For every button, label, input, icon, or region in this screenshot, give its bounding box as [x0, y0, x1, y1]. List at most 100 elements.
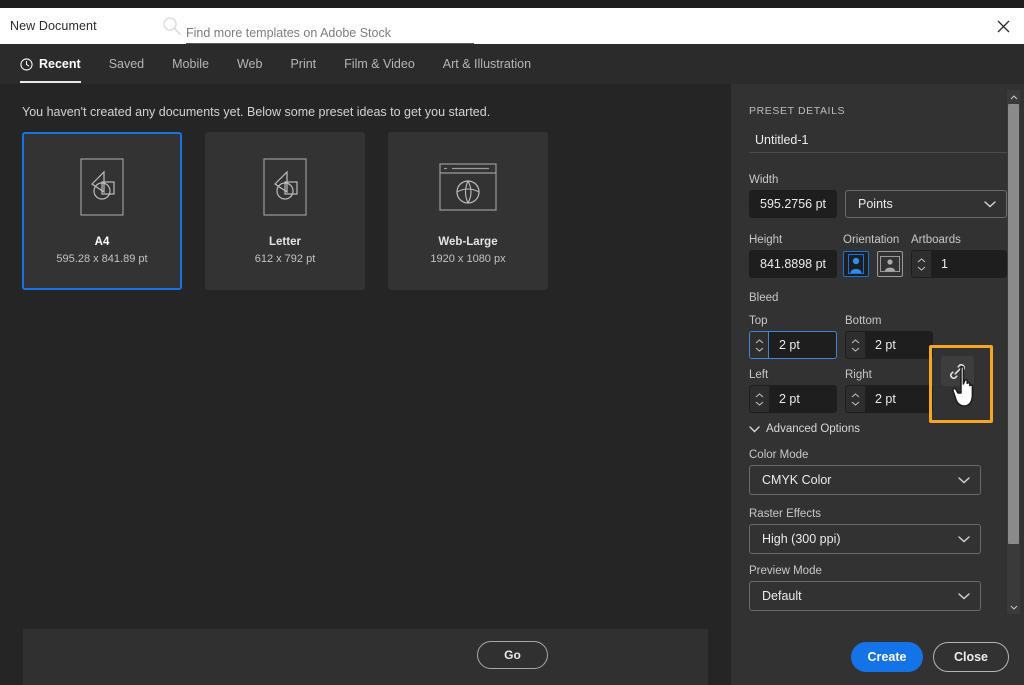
- bleed-bottom-stepper[interactable]: 2 pt: [845, 331, 933, 359]
- orientation-landscape-icon: [880, 256, 900, 272]
- preset-card-letter[interactable]: Letter 612 x 792 pt: [205, 132, 365, 290]
- close-window-button[interactable]: [982, 8, 1024, 44]
- bleed-left-value: 2 pt: [779, 392, 800, 406]
- chevron-down-icon: [984, 201, 996, 208]
- chevron-up-icon: [1010, 94, 1017, 99]
- chevron-down-icon: [749, 426, 760, 433]
- bleed-bottom-input[interactable]: 2 pt: [865, 332, 932, 358]
- advanced-options-toggle[interactable]: Advanced Options: [749, 423, 860, 435]
- artboards-label: Artboards: [911, 234, 961, 246]
- tab-saved[interactable]: Saved: [95, 44, 158, 84]
- stock-search-go-button[interactable]: Go: [477, 641, 548, 669]
- bleed-top-input[interactable]: 2 pt: [769, 332, 836, 358]
- artboards-value: 1: [941, 257, 948, 271]
- bleed-right-input[interactable]: 2 pt: [865, 386, 932, 412]
- chevron-down-icon: [755, 347, 763, 352]
- clock-icon: [20, 57, 33, 71]
- chevron-up-icon: [851, 338, 859, 343]
- bleed-left-stepper[interactable]: 2 pt: [749, 385, 837, 413]
- artboard-web-icon: [439, 163, 497, 211]
- bleed-link-button[interactable]: [941, 356, 974, 386]
- units-dropdown[interactable]: Points: [845, 190, 1007, 218]
- panel-scrollbar[interactable]: [1007, 90, 1020, 614]
- raster-effects-label: Raster Effects: [749, 508, 822, 520]
- orientation-portrait-button[interactable]: [843, 251, 869, 277]
- width-label: Width: [749, 174, 779, 186]
- scrollbar-down-arrow[interactable]: [1007, 600, 1020, 614]
- tab-bar: Recent Saved Mobile Web Print Film & Vid…: [0, 44, 1024, 84]
- preset-thumb-letter: [263, 156, 307, 218]
- scrollbar-thumb[interactable]: [1008, 104, 1019, 544]
- chevron-up-icon: [851, 392, 859, 397]
- bleed-top-value: 2 pt: [779, 338, 800, 352]
- bleed-left-label: Left: [749, 369, 769, 381]
- adobe-stock-search-bar: [23, 629, 708, 685]
- bleed-right-stepper-arrows[interactable]: [846, 386, 865, 412]
- tab-film-and-video[interactable]: Film & Video: [330, 44, 429, 84]
- close-button-label: Close: [953, 650, 989, 664]
- tab-art-illustration-label: Art & Illustration: [442, 57, 532, 71]
- artboards-input[interactable]: 1: [931, 251, 1006, 277]
- tab-print[interactable]: Print: [276, 44, 330, 84]
- bleed-top-stepper-arrows[interactable]: [750, 332, 769, 358]
- chevron-up-icon: [755, 392, 763, 397]
- raster-effects-dropdown[interactable]: High (300 ppi): [749, 524, 981, 554]
- tab-mobile-label: Mobile: [172, 57, 209, 71]
- chevron-down-icon: [917, 266, 925, 271]
- chevron-down-icon: [958, 477, 970, 484]
- go-button-label: Go: [504, 648, 521, 662]
- bleed-right-label: Right: [845, 369, 872, 381]
- artboards-stepper[interactable]: 1: [911, 250, 1007, 278]
- tab-art-and-illustration[interactable]: Art & Illustration: [429, 44, 545, 84]
- stock-search-input[interactable]: Find more templates on Adobe Stock: [186, 22, 474, 44]
- close-icon: [997, 20, 1009, 32]
- preset-card-web-large[interactable]: Web-Large 1920 x 1080 px: [388, 132, 548, 290]
- orientation-landscape-button[interactable]: [877, 251, 903, 277]
- scrollbar-up-arrow[interactable]: [1007, 90, 1020, 104]
- preview-mode-value: Default: [762, 589, 802, 603]
- preset-card-list: A4 595.28 x 841.89 pt Letter 612 x 792 p…: [22, 132, 548, 290]
- intro-text: You haven't created any documents yet. B…: [22, 105, 491, 119]
- color-mode-label: Color Mode: [749, 449, 809, 461]
- tab-web-label: Web: [236, 57, 263, 71]
- bleed-top-label: Top: [749, 315, 768, 327]
- chevron-down-icon: [958, 536, 970, 543]
- bleed-left-stepper-arrows[interactable]: [750, 386, 769, 412]
- bleed-right-stepper[interactable]: 2 pt: [845, 385, 933, 413]
- width-value: 595.2756 pt: [760, 197, 827, 211]
- width-input[interactable]: 595.2756 pt: [749, 190, 837, 218]
- tab-web[interactable]: Web: [223, 44, 276, 84]
- close-button[interactable]: Close: [933, 642, 1009, 672]
- create-button-label: Create: [867, 650, 907, 664]
- search-icon: [162, 16, 182, 36]
- bleed-bottom-value: 2 pt: [875, 338, 896, 352]
- bleed-bottom-label: Bottom: [845, 315, 882, 327]
- preview-mode-dropdown[interactable]: Default: [749, 581, 981, 611]
- color-mode-dropdown[interactable]: CMYK Color: [749, 465, 981, 495]
- title-bar: New Document: [0, 8, 1024, 44]
- bleed-left-input[interactable]: 2 pt: [769, 386, 836, 412]
- orientation-portrait-icon: [848, 254, 864, 274]
- bleed-bottom-stepper-arrows[interactable]: [846, 332, 865, 358]
- preset-size-a4: 595.28 x 841.89 pt: [56, 253, 148, 265]
- content-area: You haven't created any documents yet. B…: [0, 84, 731, 685]
- height-input[interactable]: 841.8898 pt: [749, 250, 837, 278]
- height-label: Height: [749, 234, 783, 246]
- create-button[interactable]: Create: [851, 642, 923, 672]
- document-name-input[interactable]: Untitled-1: [749, 127, 1007, 153]
- preset-card-a4[interactable]: A4 595.28 x 841.89 pt: [22, 132, 182, 290]
- new-document-dialog: New Document Recent Saved Mobile Web Pri…: [0, 0, 1024, 685]
- artboards-stepper-arrows[interactable]: [912, 251, 931, 277]
- units-value: Points: [858, 197, 893, 211]
- bleed-top-stepper[interactable]: 2 pt: [749, 331, 837, 359]
- tab-recent[interactable]: Recent: [0, 44, 95, 84]
- tab-film-video-label: Film & Video: [344, 57, 415, 71]
- tab-print-label: Print: [290, 57, 317, 71]
- advanced-options-label: Advanced Options: [766, 423, 860, 435]
- link-chain-icon: [950, 363, 965, 379]
- bleed-right-value: 2 pt: [875, 392, 896, 406]
- chevron-up-icon: [755, 338, 763, 343]
- window-title: New Document: [10, 19, 97, 33]
- tab-mobile[interactable]: Mobile: [158, 44, 223, 84]
- chevron-down-icon: [851, 347, 859, 352]
